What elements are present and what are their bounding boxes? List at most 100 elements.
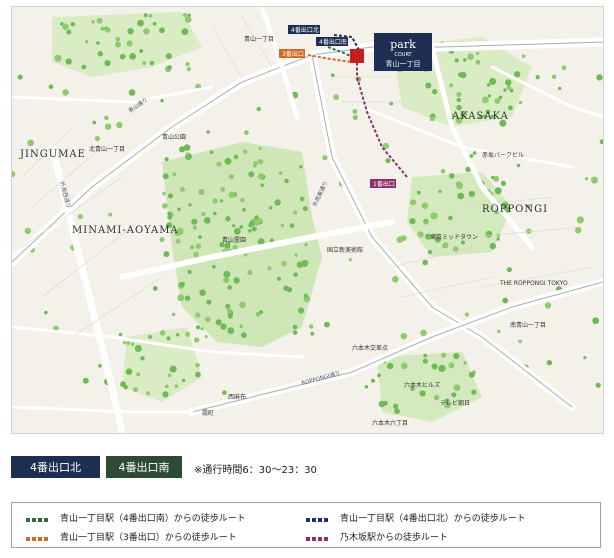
tree-dot — [54, 54, 62, 62]
tree-dot — [292, 324, 298, 330]
tree-dot — [449, 83, 454, 88]
district-jingumae: JINGUMAE — [19, 149, 86, 160]
tree-dot — [494, 97, 501, 104]
tree-dot — [289, 223, 295, 229]
legend-item-exit3: 青山一丁目駅（3番出口）からの徒歩ルート — [26, 530, 237, 543]
tree-dot — [227, 308, 232, 314]
tree-dot — [177, 294, 185, 302]
place-aoyama-park: 青山公園 — [162, 133, 186, 141]
tree-dot — [387, 362, 394, 370]
tree-dot — [177, 207, 181, 212]
tree-dot — [206, 130, 210, 134]
tree-dot — [460, 240, 466, 245]
tree-dot — [251, 226, 257, 232]
tree-dot — [224, 157, 232, 165]
tree-dot — [500, 180, 506, 186]
tree-dot — [212, 198, 218, 204]
tree-dot — [223, 270, 231, 278]
tree-dot — [448, 362, 455, 369]
tree-dot — [364, 385, 369, 389]
place-kasumicho: 霞町 — [202, 410, 214, 417]
legend-item-north-exit: 青山一丁目駅（4番出口北）からの徒歩ルート — [306, 511, 526, 524]
tree-dot — [302, 206, 308, 212]
tree-dot — [17, 74, 23, 80]
tree-dot — [256, 106, 261, 112]
tree-dot — [232, 224, 236, 228]
tree-dot — [416, 190, 421, 195]
tree-dot — [48, 84, 54, 90]
tree-dot — [239, 324, 243, 329]
svg-text:4番出口南: 4番出口南 — [319, 38, 347, 46]
tree-dot — [352, 114, 358, 120]
tree-dot — [453, 352, 460, 360]
place-roppongi-hills: 六本木ヒルズ — [404, 381, 440, 389]
place-roppongi6: 六本木六丁目 — [372, 419, 408, 427]
tree-dot — [392, 276, 399, 283]
tree-dot — [81, 64, 87, 70]
tree-dot — [233, 154, 239, 160]
tree-dot — [199, 289, 206, 297]
tree-dot — [518, 339, 522, 344]
tree-dot — [348, 258, 352, 262]
exit-south-button[interactable]: 4番出口南 — [106, 456, 182, 478]
tree-dot — [258, 146, 262, 151]
tree-dot — [486, 83, 491, 87]
tree-dot — [184, 295, 191, 301]
tree-dot — [166, 336, 171, 341]
tree-dot — [475, 59, 481, 65]
tree-dot — [239, 225, 243, 229]
tree-dot — [489, 242, 496, 250]
tree-dot — [301, 260, 309, 267]
exit-tag-north: 4番出口北 — [288, 25, 320, 34]
tree-dot — [139, 49, 144, 53]
tree-dot — [174, 384, 179, 389]
tree-dot — [228, 174, 234, 180]
tree-dot — [438, 189, 442, 193]
tree-dot — [455, 181, 462, 188]
tree-dot — [192, 225, 197, 230]
tree-dot — [209, 150, 214, 154]
tree-dot — [85, 39, 89, 44]
tree-dot — [503, 88, 507, 92]
tree-dot — [195, 371, 201, 378]
tree-dot — [134, 345, 142, 352]
tree-dot — [184, 16, 192, 23]
tree-dot — [185, 62, 190, 67]
tree-dot — [293, 272, 298, 278]
tree-dot — [561, 65, 567, 71]
tree-dot — [401, 235, 407, 241]
tree-dot — [438, 364, 446, 372]
tree-dot — [281, 261, 287, 267]
tree-dot — [257, 218, 263, 223]
svg-text:1番出口: 1番出口 — [373, 180, 395, 188]
tree-dot — [24, 227, 31, 235]
tree-dot — [167, 65, 173, 70]
tree-dot — [419, 390, 426, 397]
tree-dot — [454, 58, 459, 63]
tree-dot — [220, 199, 224, 203]
tree-dot — [242, 207, 247, 212]
place-tokyo-midtown: 東京ミッドタウン — [430, 233, 478, 241]
tree-dot — [309, 324, 314, 329]
tree-dot — [558, 86, 562, 91]
tree-dot — [576, 216, 584, 224]
tree-dot — [421, 202, 429, 209]
tree-dot — [220, 323, 227, 330]
tree-dot — [191, 218, 198, 225]
tree-dot — [160, 99, 164, 103]
tree-dot — [254, 215, 259, 220]
tree-dot — [458, 72, 463, 78]
tree-dot — [143, 28, 150, 35]
tree-dot — [122, 340, 127, 345]
exit-tag-1: 1番出口 — [370, 179, 396, 188]
tree-dot — [502, 297, 509, 304]
tree-dot — [216, 161, 222, 167]
tree-dot — [453, 384, 461, 392]
exit-north-button[interactable]: 4番出口北 — [11, 456, 100, 478]
svg-text:4番出口北: 4番出口北 — [291, 26, 319, 34]
tree-dot — [304, 243, 308, 247]
tree-dot — [487, 94, 492, 98]
tree-dot — [472, 151, 477, 155]
tree-dot — [222, 390, 227, 395]
district-roppongi: ROPPONGI — [482, 204, 548, 215]
